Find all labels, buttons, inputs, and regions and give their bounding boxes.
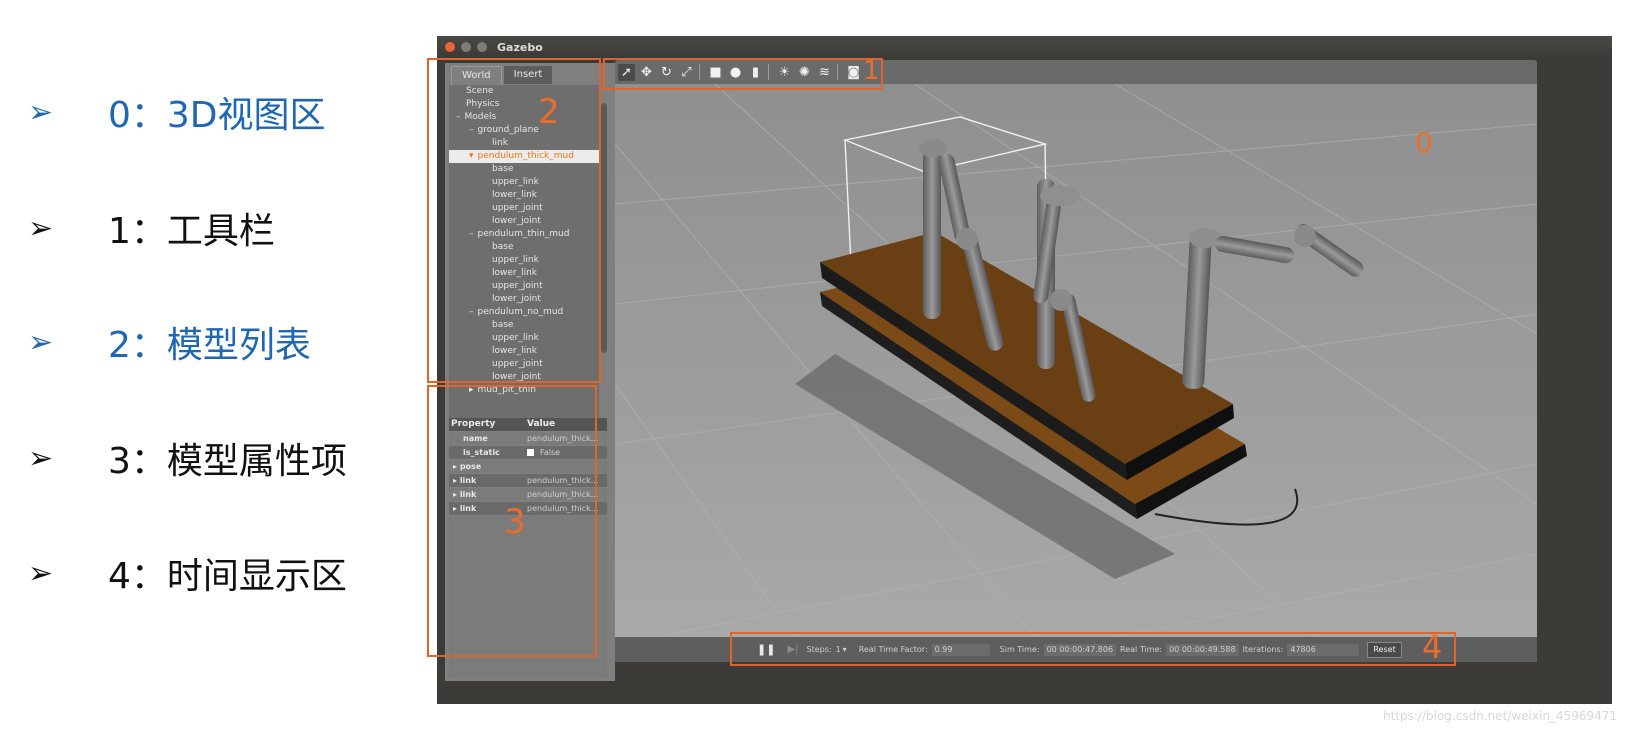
- arrow-icon: ➢: [28, 555, 54, 591]
- annot-number-3: 3: [504, 502, 526, 542]
- annot-number-0: 0: [1415, 126, 1433, 159]
- scene-view-3d[interactable]: 0: [615, 84, 1537, 637]
- legend-item-0: ➢ 0：3D视图区: [28, 82, 326, 142]
- minimize-icon[interactable]: [461, 42, 471, 52]
- annot-number-1: 1: [863, 56, 880, 86]
- tree-scrollbar[interactable]: [601, 103, 607, 353]
- window-title: Gazebo: [497, 40, 543, 54]
- annot-box-model-list: [427, 58, 601, 383]
- legend-label: 4：时间显示区: [108, 556, 347, 597]
- legend-label: 2：模型列表: [108, 325, 311, 366]
- legend-item-2: ➢ 2：模型列表: [28, 312, 311, 372]
- legend-item-1: ➢ 1：工具栏: [28, 198, 275, 258]
- legend-item-3: ➢ 3：模型属性项: [28, 428, 347, 488]
- gazebo-window: Gazebo World Insert Scene Physics – Models –…: [437, 36, 1612, 704]
- close-icon[interactable]: [445, 42, 455, 52]
- legend-label: 0：3D视图区: [108, 95, 326, 136]
- annot-number-4: 4: [1422, 628, 1443, 666]
- main-area: ➚ ✥ ↻ ⤢ ■ ● ▮ ☀ ✺ ≋ ◙ 0 ❚❚ ▶| Steps: 1 ▾…: [615, 60, 1537, 662]
- scene-render: 0: [615, 84, 1537, 637]
- maximize-icon[interactable]: [477, 42, 487, 52]
- annot-number-2: 2: [538, 92, 560, 132]
- legend-label: 3：模型属性项: [108, 441, 347, 482]
- arrow-icon: ➢: [28, 94, 54, 130]
- arrow-icon: ➢: [28, 324, 54, 360]
- watermark: https://blog.csdn.net/weixin_45969471: [1382, 709, 1617, 723]
- arrow-icon: ➢: [28, 440, 54, 476]
- legend-label: 1：工具栏: [108, 211, 275, 252]
- annot-box-time-bar: [730, 632, 1456, 666]
- title-bar: Gazebo: [437, 36, 1612, 58]
- annot-box-toolbar: [603, 58, 883, 90]
- legend-item-4: ➢ 4：时间显示区: [28, 543, 347, 603]
- arrow-icon: ➢: [28, 210, 54, 246]
